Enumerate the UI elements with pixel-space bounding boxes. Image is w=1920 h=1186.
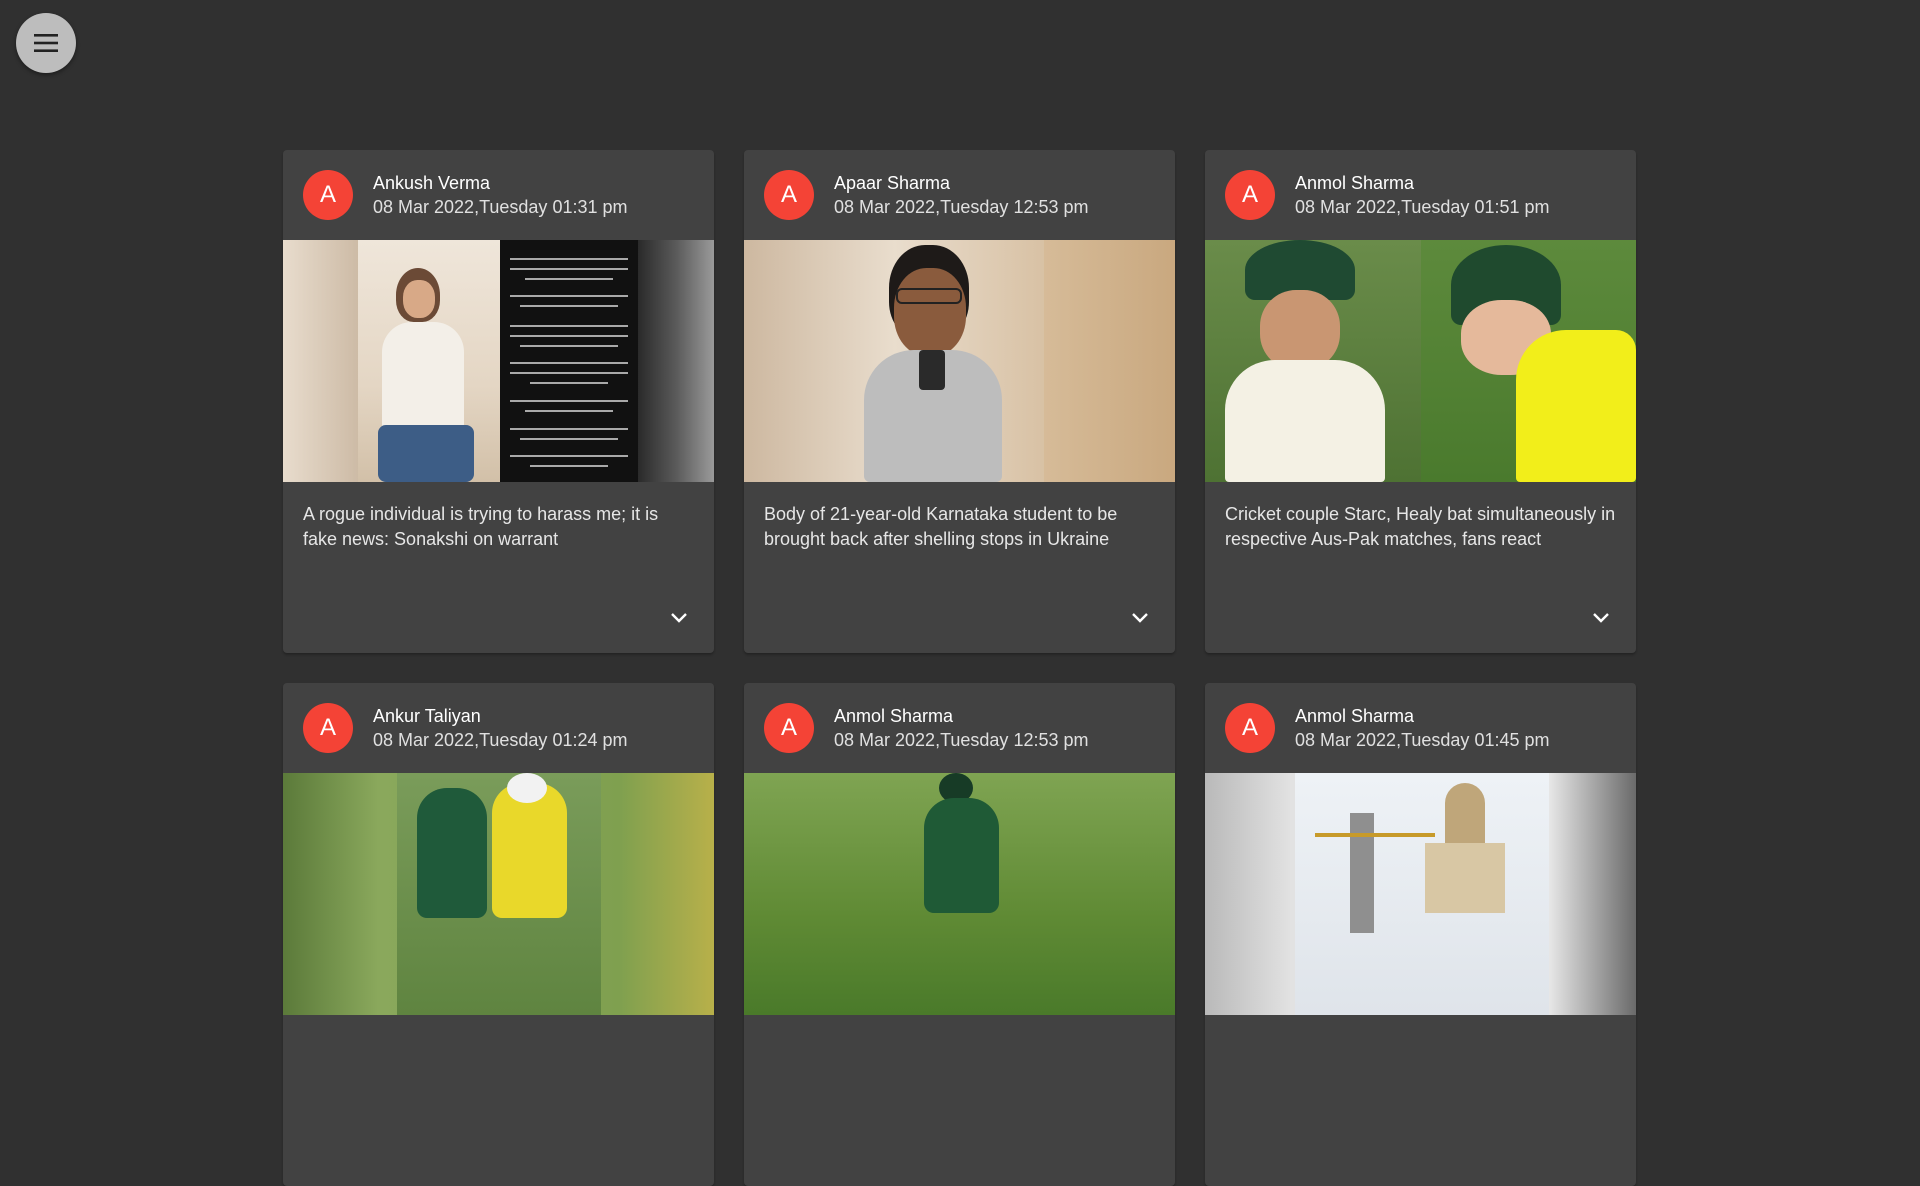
- expand-button[interactable]: [1586, 603, 1616, 633]
- author-name: Ankush Verma: [373, 173, 491, 193]
- post-date: 08 Mar 2022,Tuesday 01:51 pm: [1295, 197, 1550, 217]
- news-headline: Cricket couple Starc, Healy bat simultan…: [1225, 504, 1616, 549]
- news-card-grid: A Ankush Verma 08 Mar 2022,Tuesday 01:31…: [283, 150, 1637, 1186]
- post-date: 08 Mar 2022,Tuesday 01:31 pm: [373, 197, 628, 217]
- news-card[interactable]: A Anmol Sharma 08 Mar 2022,Tuesday 01:45…: [1205, 683, 1636, 1186]
- news-card[interactable]: A Ankur Taliyan 08 Mar 2022,Tuesday 01:2…: [283, 683, 714, 1186]
- news-image: [744, 240, 1175, 482]
- card-header: A Apaar Sharma 08 Mar 2022,Tuesday 12:53…: [744, 150, 1175, 240]
- news-image: [744, 773, 1175, 1015]
- author-name: Anmol Sharma: [834, 706, 954, 726]
- expand-button[interactable]: [1125, 603, 1155, 633]
- news-headline: Body of 21-year-old Karnataka student to…: [764, 504, 1118, 549]
- avatar: A: [1225, 703, 1275, 753]
- news-image: [1205, 773, 1636, 1015]
- news-image: [283, 773, 714, 1015]
- news-card[interactable]: A Apaar Sharma 08 Mar 2022,Tuesday 12:53…: [744, 150, 1175, 653]
- author-name: Apaar Sharma: [834, 173, 951, 193]
- avatar: A: [303, 703, 353, 753]
- chevron-down-icon: [1132, 613, 1148, 623]
- news-headline: [744, 1015, 1175, 1035]
- news-card[interactable]: A Anmol Sharma 08 Mar 2022,Tuesday 12:53…: [744, 683, 1175, 1186]
- news-headline: [283, 1015, 714, 1035]
- avatar: A: [1225, 170, 1275, 220]
- card-header: A Anmol Sharma 08 Mar 2022,Tuesday 12:53…: [744, 683, 1175, 773]
- news-image: [283, 240, 714, 482]
- avatar: A: [764, 703, 814, 753]
- expand-button[interactable]: [664, 603, 694, 633]
- chevron-down-icon: [671, 613, 687, 623]
- card-header: A Anmol Sharma 08 Mar 2022,Tuesday 01:51…: [1205, 150, 1636, 240]
- news-image: [1205, 240, 1636, 482]
- news-headline: [1205, 1015, 1636, 1035]
- avatar: A: [764, 170, 814, 220]
- author-name: Ankur Taliyan: [373, 706, 481, 726]
- news-headline: A rogue individual is trying to harass m…: [303, 504, 659, 549]
- post-date: 08 Mar 2022,Tuesday 12:53 pm: [834, 730, 1089, 750]
- news-card[interactable]: A Anmol Sharma 08 Mar 2022,Tuesday 01:51…: [1205, 150, 1636, 653]
- card-header: A Anmol Sharma 08 Mar 2022,Tuesday 01:45…: [1205, 683, 1636, 773]
- avatar: A: [303, 170, 353, 220]
- card-header: A Ankur Taliyan 08 Mar 2022,Tuesday 01:2…: [283, 683, 714, 773]
- post-date: 08 Mar 2022,Tuesday 01:24 pm: [373, 730, 628, 750]
- card-header: A Ankush Verma 08 Mar 2022,Tuesday 01:31…: [283, 150, 714, 240]
- post-date: 08 Mar 2022,Tuesday 12:53 pm: [834, 197, 1089, 217]
- hamburger-menu-icon: [34, 34, 58, 52]
- post-date: 08 Mar 2022,Tuesday 01:45 pm: [1295, 730, 1550, 750]
- news-card[interactable]: A Ankush Verma 08 Mar 2022,Tuesday 01:31…: [283, 150, 714, 653]
- author-name: Anmol Sharma: [1295, 173, 1415, 193]
- chevron-down-icon: [1593, 613, 1609, 623]
- menu-button[interactable]: [16, 13, 76, 73]
- author-name: Anmol Sharma: [1295, 706, 1415, 726]
